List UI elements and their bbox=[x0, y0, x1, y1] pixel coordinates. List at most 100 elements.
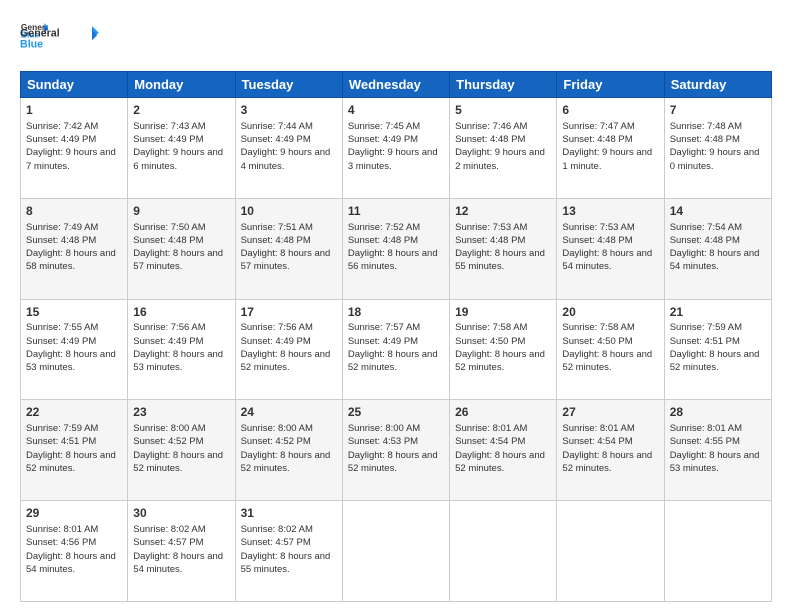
day-cell: 21Sunrise: 7:59 AM Sunset: 4:51 PM Dayligh… bbox=[664, 299, 771, 400]
page: General Blue General Blue bbox=[0, 0, 792, 612]
day-number: 14 bbox=[670, 203, 766, 220]
sunset: Sunset: 4:48 PM bbox=[455, 134, 525, 145]
sunrise: Sunrise: 7:47 AM bbox=[562, 121, 634, 132]
day-number: 13 bbox=[562, 203, 658, 220]
day-cell: 8Sunrise: 7:49 AMSunset: 4:48 PMDaylight… bbox=[21, 198, 128, 299]
day-number: 8 bbox=[26, 203, 122, 220]
daylight: Daylight: 8 hours and 52 minutes. bbox=[26, 450, 116, 474]
sunrise: Sunrise: 8:01 AM bbox=[26, 524, 98, 535]
sunset: Sunset: 4:52 PM bbox=[241, 436, 311, 447]
day-number: 21 bbox=[670, 304, 766, 321]
daylight: Daylight: 8 hours and 53 minutes. bbox=[26, 349, 116, 373]
day-number: 7 bbox=[670, 102, 766, 119]
svg-text:Blue: Blue bbox=[20, 38, 43, 50]
day-number: 3 bbox=[241, 102, 337, 119]
day-cell: 25Sunrise: 8:00 AMSunset: 4:53 PMDayligh… bbox=[342, 400, 449, 501]
sunrise: Sunrise: 7:55 AM bbox=[26, 322, 98, 333]
sunrise: Sunrise: 7:57 AM bbox=[348, 322, 420, 333]
daylight: Daylight: 8 hours and 57 minutes. bbox=[133, 248, 223, 272]
sunrise: Sunrise: 7:53 AM bbox=[455, 222, 527, 233]
day-cell: 20Sunrise: 7:58 AMSunset: 4:50 PMDayligh… bbox=[557, 299, 664, 400]
sunrise: Sunrise: 7:50 AM bbox=[133, 222, 205, 233]
sunset: Sunset: 4:50 PM bbox=[455, 336, 525, 347]
sunset: Sunset: 4:51 PM bbox=[670, 336, 740, 347]
daylight: Daylight: 9 hours and 0 minutes. bbox=[670, 147, 760, 171]
day-cell: 23Sunrise: 8:00 AMSunset: 4:52 PMDayligh… bbox=[128, 400, 235, 501]
daylight: Daylight: 8 hours and 56 minutes. bbox=[348, 248, 438, 272]
daylight: Daylight: 9 hours and 3 minutes. bbox=[348, 147, 438, 171]
header-cell-monday: Monday bbox=[128, 72, 235, 98]
day-number: 26 bbox=[455, 404, 551, 421]
sunset: Sunset: 4:49 PM bbox=[241, 134, 311, 145]
day-cell: 15Sunrise: 7:55 AMSunset: 4:49 PMDayligh… bbox=[21, 299, 128, 400]
sunrise: Sunrise: 8:00 AM bbox=[133, 423, 205, 434]
week-row-5: 29Sunrise: 8:01 AMSunset: 4:56 PMDayligh… bbox=[21, 501, 772, 602]
day-number: 31 bbox=[241, 505, 337, 522]
sunset: Sunset: 4:48 PM bbox=[670, 235, 740, 246]
sunset: Sunset: 4:49 PM bbox=[348, 134, 418, 145]
day-number: 22 bbox=[26, 404, 122, 421]
sunset: Sunset: 4:48 PM bbox=[348, 235, 418, 246]
daylight: Daylight: 8 hours and 52 minutes. bbox=[562, 349, 652, 373]
sunset: Sunset: 4:54 PM bbox=[455, 436, 525, 447]
day-number: 10 bbox=[241, 203, 337, 220]
sunset: Sunset: 4:55 PM bbox=[670, 436, 740, 447]
day-number: 4 bbox=[348, 102, 444, 119]
day-number: 19 bbox=[455, 304, 551, 321]
daylight: Daylight: 8 hours and 52 minutes. bbox=[670, 349, 760, 373]
day-cell: 7Sunrise: 7:48 AMSunset: 4:48 PMDaylight… bbox=[664, 98, 771, 199]
day-number: 20 bbox=[562, 304, 658, 321]
day-number: 23 bbox=[133, 404, 229, 421]
sunrise: Sunrise: 7:48 AM bbox=[670, 121, 742, 132]
header-cell-friday: Friday bbox=[557, 72, 664, 98]
sunrise: Sunrise: 7:42 AM bbox=[26, 121, 98, 132]
daylight: Daylight: 8 hours and 52 minutes. bbox=[133, 450, 223, 474]
sunrise: Sunrise: 7:53 AM bbox=[562, 222, 634, 233]
day-number: 27 bbox=[562, 404, 658, 421]
day-number: 28 bbox=[670, 404, 766, 421]
day-cell: 12Sunrise: 7:53 AMSunset: 4:48 PMDayligh… bbox=[450, 198, 557, 299]
day-number: 24 bbox=[241, 404, 337, 421]
day-number: 29 bbox=[26, 505, 122, 522]
header-cell-saturday: Saturday bbox=[664, 72, 771, 98]
header: General Blue General Blue bbox=[20, 16, 772, 61]
day-cell: 31Sunrise: 8:02 AMSunset: 4:57 PMDayligh… bbox=[235, 501, 342, 602]
sunset: Sunset: 4:53 PM bbox=[348, 436, 418, 447]
sunrise: Sunrise: 8:02 AM bbox=[241, 524, 313, 535]
daylight: Daylight: 8 hours and 52 minutes. bbox=[348, 450, 438, 474]
sunset: Sunset: 4:54 PM bbox=[562, 436, 632, 447]
sunrise: Sunrise: 7:54 AM bbox=[670, 222, 742, 233]
daylight: Daylight: 9 hours and 7 minutes. bbox=[26, 147, 116, 171]
sunset: Sunset: 4:50 PM bbox=[562, 336, 632, 347]
day-cell: 1Sunrise: 7:42 AMSunset: 4:49 PMDaylight… bbox=[21, 98, 128, 199]
day-cell: 27Sunrise: 8:01 AMSunset: 4:54 PMDayligh… bbox=[557, 400, 664, 501]
daylight: Daylight: 8 hours and 57 minutes. bbox=[241, 248, 331, 272]
day-number: 11 bbox=[348, 203, 444, 220]
sunrise: Sunrise: 7:59 AM bbox=[670, 322, 742, 333]
header-cell-sunday: Sunday bbox=[21, 72, 128, 98]
day-number: 30 bbox=[133, 505, 229, 522]
sunset: Sunset: 4:56 PM bbox=[26, 537, 96, 548]
sunrise: Sunrise: 7:45 AM bbox=[348, 121, 420, 132]
sunset: Sunset: 4:49 PM bbox=[26, 336, 96, 347]
sunset: Sunset: 4:51 PM bbox=[26, 436, 96, 447]
day-cell: 29Sunrise: 8:01 AMSunset: 4:56 PMDayligh… bbox=[21, 501, 128, 602]
sunset: Sunset: 4:48 PM bbox=[455, 235, 525, 246]
day-cell bbox=[664, 501, 771, 602]
sunset: Sunset: 4:49 PM bbox=[133, 134, 203, 145]
daylight: Daylight: 8 hours and 53 minutes. bbox=[133, 349, 223, 373]
daylight: Daylight: 8 hours and 53 minutes. bbox=[670, 450, 760, 474]
day-cell: 16Sunrise: 7:56 AMSunset: 4:49 PMDayligh… bbox=[128, 299, 235, 400]
sunrise: Sunrise: 7:52 AM bbox=[348, 222, 420, 233]
day-number: 25 bbox=[348, 404, 444, 421]
daylight: Daylight: 9 hours and 4 minutes. bbox=[241, 147, 331, 171]
day-number: 9 bbox=[133, 203, 229, 220]
week-row-1: 1Sunrise: 7:42 AMSunset: 4:49 PMDaylight… bbox=[21, 98, 772, 199]
day-cell: 4 Sunrise: 7:45 AM Sunset: 4:49 PM Daylight… bbox=[342, 98, 449, 199]
day-cell bbox=[342, 501, 449, 602]
sunset: Sunset: 4:49 PM bbox=[133, 336, 203, 347]
day-cell: 9Sunrise: 7:50 AMSunset: 4:48 PMDaylight… bbox=[128, 198, 235, 299]
daylight: Daylight: 8 hours and 52 minutes. bbox=[348, 349, 438, 373]
sunrise: Sunrise: 7:44 AM bbox=[241, 121, 313, 132]
calendar-header: SundayMondayTuesdayWednesdayThursdayFrid… bbox=[21, 72, 772, 98]
